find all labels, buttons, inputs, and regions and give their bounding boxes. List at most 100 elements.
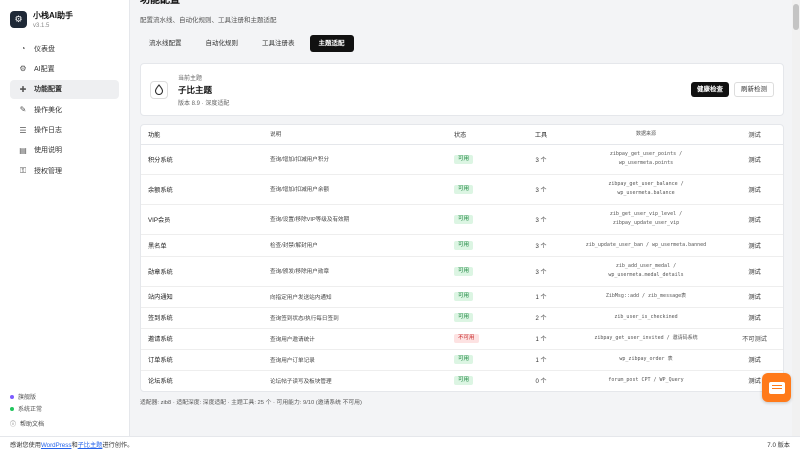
zibll-theme-link[interactable]: 子比主题 <box>78 442 103 449</box>
sidebar-item-1[interactable]: ⚙ AI配置 <box>10 59 119 78</box>
wordpress-link[interactable]: WordPress <box>41 442 72 449</box>
sidebar-item-3[interactable]: ✎ 操作美化 <box>10 100 119 119</box>
data-source-line: wp_usermeta.medal_details <box>608 272 684 278</box>
page-title: 功能配置 <box>140 0 180 6</box>
sidebar-item-label: 操作日志 <box>34 127 62 135</box>
theme-name: 子比主题 <box>178 84 213 95</box>
sidebar-nav: ◔ 仪表盘 ⚙ AI配置 ✚ 功能配置 ✎ 操作美化 ☰ 操作日志 ▤ 使用说明 ⚿ 授权管理 <box>0 35 129 186</box>
test-cell: 测试 <box>726 256 783 287</box>
theme-meta: 版本 8.9 · 深度适配 <box>178 100 230 107</box>
test-button[interactable]: 测试 <box>748 357 760 364</box>
data-source-line: zibpay_get_user_points / <box>609 151 683 157</box>
status-badge: 可用 <box>454 355 474 364</box>
feature-name: 站内通知 <box>141 286 270 308</box>
plan-status-dot <box>10 394 14 399</box>
tab-0[interactable]: 流水线配置 <box>140 35 191 52</box>
test-button[interactable]: 测试 <box>748 187 760 194</box>
feature-name: 订单系统 <box>141 349 270 371</box>
theme-label: 当前主题 <box>178 75 203 82</box>
status-badge: 可用 <box>454 266 474 276</box>
list-icon: ☰ <box>19 125 27 135</box>
feature-name: VIP会员 <box>141 204 270 235</box>
test-button[interactable]: 测试 <box>748 294 760 301</box>
page-scrollbar[interactable] <box>792 0 800 436</box>
test-button[interactable]: 测试 <box>748 378 760 385</box>
data-source-line: zib_add_user_medal / <box>615 263 677 269</box>
tab-3[interactable]: 主题适配 <box>309 35 354 52</box>
status-cell: 可用 <box>454 204 516 235</box>
sidebar-item-label: 使用说明 <box>34 147 62 155</box>
sidebar-item-2[interactable]: ✚ 功能配置 <box>10 79 119 99</box>
status-cell: 可用 <box>454 174 516 205</box>
table-row: 订单系统 查询用户订单记录 可用 1 个 wp_zibpay_order 表 测试 <box>141 349 783 371</box>
brand: ⚙ 小栈AI助手 v3.1.5 <box>0 0 129 35</box>
help-icon: ⓘ <box>10 422 17 428</box>
puzzle-icon: ✚ <box>19 84 27 94</box>
test-button: 不可测试 <box>742 336 767 343</box>
test-button[interactable]: 测试 <box>748 243 760 250</box>
brush-icon: ✎ <box>19 105 27 115</box>
tool-count: 1 个 <box>516 286 566 308</box>
feature-name: 黑名单 <box>141 234 270 257</box>
admin-footer: 感谢您使用WordPress和子比主题进行创作。 7.0 版本 <box>0 436 800 452</box>
theme-info: 当前主题 子比主题 版本 8.9 · 深度适配 <box>178 73 229 107</box>
status-cell: 可用 <box>454 349 516 371</box>
data-source-line: zib_get_user_vip_level / <box>609 211 683 217</box>
status-badge: 可用 <box>454 313 474 322</box>
test-button[interactable]: 测试 <box>748 217 760 224</box>
feature-description: 查询签到状态/执行每日签到 <box>270 307 454 329</box>
tool-count: 3 个 <box>516 256 566 287</box>
test-cell: 测试 <box>726 349 783 371</box>
footer-version: 7.0 版本 <box>767 442 790 449</box>
refresh-detect-button[interactable]: 刷新检测 <box>734 82 774 97</box>
sidebar-item-0[interactable]: ◔ 仪表盘 <box>10 39 119 58</box>
data-source: zib_update_user_ban / wp_usermeta.banned <box>566 234 726 257</box>
help-docs-link[interactable]: ⓘ 帮助文档 <box>10 419 44 428</box>
table-header-row: 功能 说明 状态 工具 数据来源 测试 <box>141 125 783 145</box>
sidebar-item-6[interactable]: ⚿ 授权管理 <box>10 161 119 180</box>
data-source-line: wp_zibpay_order 表 <box>619 356 673 362</box>
tool-count: 3 个 <box>516 174 566 205</box>
sidebar-item-label: AI配置 <box>34 65 55 73</box>
sidebar-item-label: 功能配置 <box>34 86 62 94</box>
test-button[interactable]: 测试 <box>748 315 760 322</box>
sidebar-item-5[interactable]: ▤ 使用说明 <box>10 141 119 160</box>
sidebar: ⚙ 小栈AI助手 v3.1.5 ◔ 仪表盘 ⚙ AI配置 ✚ 功能配置 ✎ 操作美化 ☰ 操作日志… <box>0 0 130 436</box>
footer-prefix: 感谢您使用 <box>10 442 41 449</box>
health-check-button[interactable]: 健康检查 <box>691 82 729 97</box>
test-button[interactable]: 测试 <box>748 269 760 276</box>
system-status-label: 系统正常 <box>18 407 43 413</box>
test-cell: 测试 <box>726 204 783 235</box>
table-row: 勋章系统 查询/颁发/移除用户勋章 可用 3 个 zib_add_user_medal … <box>141 256 783 287</box>
data-source-line: zibpay_update_user_vip <box>612 220 680 226</box>
status-badge: 可用 <box>454 184 474 194</box>
scrollbar-thumb[interactable] <box>793 4 799 30</box>
test-cell: 测试 <box>726 286 783 308</box>
feature-name: 勋章系统 <box>141 256 270 287</box>
page-subtitle: 配置流水线、自动化规则、工具注册和主题适配 <box>140 17 277 24</box>
status-cell: 可用 <box>454 256 516 287</box>
test-button[interactable]: 测试 <box>748 157 760 164</box>
col-header-feature: 功能 <box>141 125 270 145</box>
footer-suffix: 进行创作。 <box>102 442 134 449</box>
col-header-source: 数据来源 <box>566 125 726 145</box>
status-cell: 可用 <box>454 144 516 175</box>
data-source-line: wp_usermeta.points <box>618 160 674 166</box>
system-status: 系统正常 <box>10 404 44 413</box>
help-docs-label: 帮助文档 <box>20 422 45 428</box>
feature-description: 查询/设置/移除VIP等级及有效期 <box>270 204 454 235</box>
tool-count: 3 个 <box>516 234 566 257</box>
data-source-line: zib_update_user_ban / wp_usermeta.banned <box>585 241 707 248</box>
chat-assistant-button[interactable] <box>762 373 791 402</box>
system-status-dot <box>10 406 14 411</box>
feature-description: 查询/增加/扣减用户余额 <box>270 174 454 205</box>
tab-bar: 流水线配置 自动化规则 工具注册表 主题适配 <box>140 35 784 52</box>
tab-2[interactable]: 工具注册表 <box>253 35 304 52</box>
main-content: 功能配置 配置流水线、自动化规则、工具注册和主题适配 流水线配置 自动化规则 工具注… <box>140 0 784 406</box>
sidebar-item-4[interactable]: ☰ 操作日志 <box>10 121 119 140</box>
data-source-line: zibpay_get_user_balance / <box>608 181 684 187</box>
data-source: wp_zibpay_order 表 <box>566 349 726 371</box>
feature-description: 检查/封禁/解封用户 <box>270 234 454 257</box>
tab-1[interactable]: 自动化规则 <box>197 35 248 52</box>
status-badge: 可用 <box>454 214 474 224</box>
